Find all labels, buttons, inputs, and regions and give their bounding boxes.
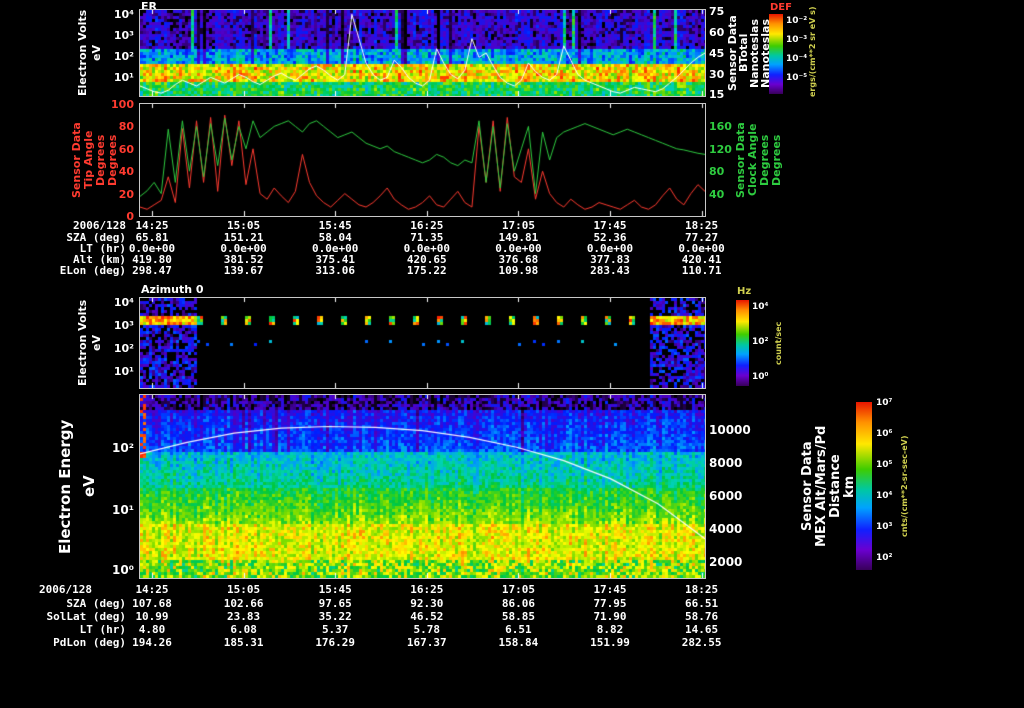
def-colorbar (769, 14, 783, 94)
counts-cb-tick-5: 10⁵ (876, 460, 893, 470)
counts-cb-tick-4: 10⁴ (876, 491, 893, 501)
clock-angle-label-line4: Degrees (770, 134, 783, 186)
annot1-row-elon: 298.47 139.67 313.06 175.22 109.98 283.43 110.… (0, 264, 790, 277)
energy-ytick-1: 10¹ (112, 503, 134, 517)
annot2-row-pdlon: 194.26 185.31 176.29 167.37 158.84 151.99 282.… (0, 636, 790, 649)
time-label: 14:25 (135, 583, 169, 596)
lt-value: 6.08 (230, 623, 257, 636)
er-spectrogram (139, 9, 706, 97)
sza-value: 107.68 (132, 597, 172, 610)
lt-value: 5.37 (321, 623, 349, 636)
def-cb-tick-4: 10⁻⁵ (786, 73, 808, 83)
alt-tick-6000: 6000 (709, 489, 743, 503)
time-label: 15:45 (318, 583, 352, 596)
pdlon-value: 158.84 (498, 636, 539, 649)
alt-label-line1: Sensor Data (800, 441, 815, 532)
def-colorbar-title: DEF (770, 2, 792, 13)
lt-value: 14.65 (685, 623, 719, 636)
elon-value: 283.43 (590, 264, 630, 277)
lt-value: 4.80 (138, 623, 166, 636)
counts-colorbar (856, 402, 872, 570)
sollat-value: 35.22 (318, 610, 352, 623)
time-label: 15:05 (227, 583, 261, 596)
time-label: 18:25 (685, 583, 719, 596)
sza-value: 86.06 (501, 597, 535, 610)
sza-value: 97.65 (318, 597, 352, 610)
angles-plot (139, 103, 706, 217)
er-yaxis-label: Electron Volts (76, 9, 89, 96)
alt-tick-8000: 8000 (709, 456, 743, 470)
energy-yaxis-unit: eV (80, 475, 98, 498)
energy-yaxis-label: Electron Energy (56, 419, 74, 554)
pdlon-value: 176.29 (315, 636, 356, 649)
time-label: 16:25 (410, 583, 444, 596)
hz-cb-tick-2: 10² (752, 337, 769, 347)
annot2-row-sollat: 10.99 23.83 35.22 46.52 58.85 71.90 58.76 (0, 610, 790, 623)
counts-colorbar-unit: cnts/(cm**2-sr-sec-eV) (900, 435, 909, 537)
er-yaxis-unit: eV (90, 45, 103, 61)
sza-value: 77.95 (593, 597, 627, 610)
annot1-times-row: 14:25 15:05 15:45 16:25 17:05 17:45 18:25 (0, 219, 790, 232)
sza-value: 66.51 (685, 597, 719, 610)
pdlon-value: 185.31 (223, 636, 264, 649)
energy-ytick-2: 10² (112, 441, 134, 455)
elon-value: 313.06 (315, 264, 356, 277)
lt-value: 8.82 (596, 623, 624, 636)
sollat-value: 46.52 (410, 610, 444, 623)
alt-tick-2000: 2000 (709, 555, 743, 569)
sollat-value: 71.90 (593, 610, 627, 623)
lt-value: 5.78 (413, 623, 441, 636)
alt-tick-10000: 10000 (709, 423, 751, 437)
hz-cb-tick-3: 10⁰ (752, 372, 769, 382)
alt-tick-4000: 4000 (709, 522, 743, 536)
tip-angle-label-line4: Degrees (106, 134, 119, 186)
counts-cb-tick-6: 10⁶ (876, 429, 893, 439)
pdlon-value: 194.26 (132, 636, 172, 649)
def-cb-tick-1: 10⁻² (786, 16, 808, 26)
hz-colorbar-unit: count/sec (774, 321, 783, 365)
alt-label-line3: Distance (828, 454, 843, 519)
elon-value: 110.71 (681, 264, 722, 277)
lt-value: 6.51 (505, 623, 532, 636)
counts-cb-tick-3: 10³ (876, 522, 893, 532)
time-label: 17:05 (501, 583, 535, 596)
energy-ytick-0: 10⁰ (112, 563, 134, 577)
elon-value: 298.47 (132, 264, 172, 277)
sollat-value: 58.76 (685, 610, 719, 623)
counts-cb-tick-7: 10⁷ (876, 398, 893, 408)
annot2-row-lt: 4.80 6.08 5.37 5.78 6.51 8.82 14.65 (0, 623, 790, 636)
hz-cb-tick-1: 10⁴ (752, 302, 769, 312)
pdlon-value: 167.37 (406, 636, 447, 649)
sollat-value: 23.83 (227, 610, 261, 623)
az-yaxis-unit: eV (90, 335, 103, 351)
energy-spectrogram (139, 394, 706, 579)
pdlon-value: 151.99 (590, 636, 630, 649)
def-colorbar-unit: ergs/(cm**2 sr eV s) (808, 6, 817, 98)
az-yaxis-label: Electron Volts (76, 299, 89, 387)
counts-cb-tick-2: 10² (876, 553, 893, 563)
azimuth-title: Azimuth 0 (141, 283, 204, 296)
sza-value: 102.66 (223, 597, 264, 610)
pdlon-value: 282.55 (681, 636, 722, 649)
elon-value: 175.22 (406, 264, 447, 277)
hz-colorbar-title: Hz (737, 286, 752, 297)
time-label: 17:45 (593, 583, 627, 596)
sza-value: 92.30 (410, 597, 444, 610)
sollat-value: 10.99 (135, 610, 169, 623)
def-cb-tick-2: 10⁻³ (786, 35, 808, 45)
elon-value: 109.98 (498, 264, 539, 277)
hz-colorbar (736, 300, 749, 386)
azimuth-spectrogram (139, 297, 706, 389)
alt-label-line4: km (842, 475, 857, 498)
alt-label-line2: MEX Alt/Mars/Pd (814, 425, 829, 548)
annot2-times-row: 14:25 15:05 15:45 16:25 17:05 17:45 18:25 (0, 583, 790, 596)
mex-els-plot-screen: ER 10⁴ 10³ 10² 10¹ Electron Volts eV 75 … (0, 0, 1024, 708)
annot2-row-sza: 107.68 102.66 97.65 92.30 86.06 77.95 66.51 (0, 597, 790, 610)
elon-value: 139.67 (223, 264, 264, 277)
sollat-value: 58.85 (501, 610, 535, 623)
def-cb-tick-3: 10⁻⁴ (786, 54, 808, 64)
